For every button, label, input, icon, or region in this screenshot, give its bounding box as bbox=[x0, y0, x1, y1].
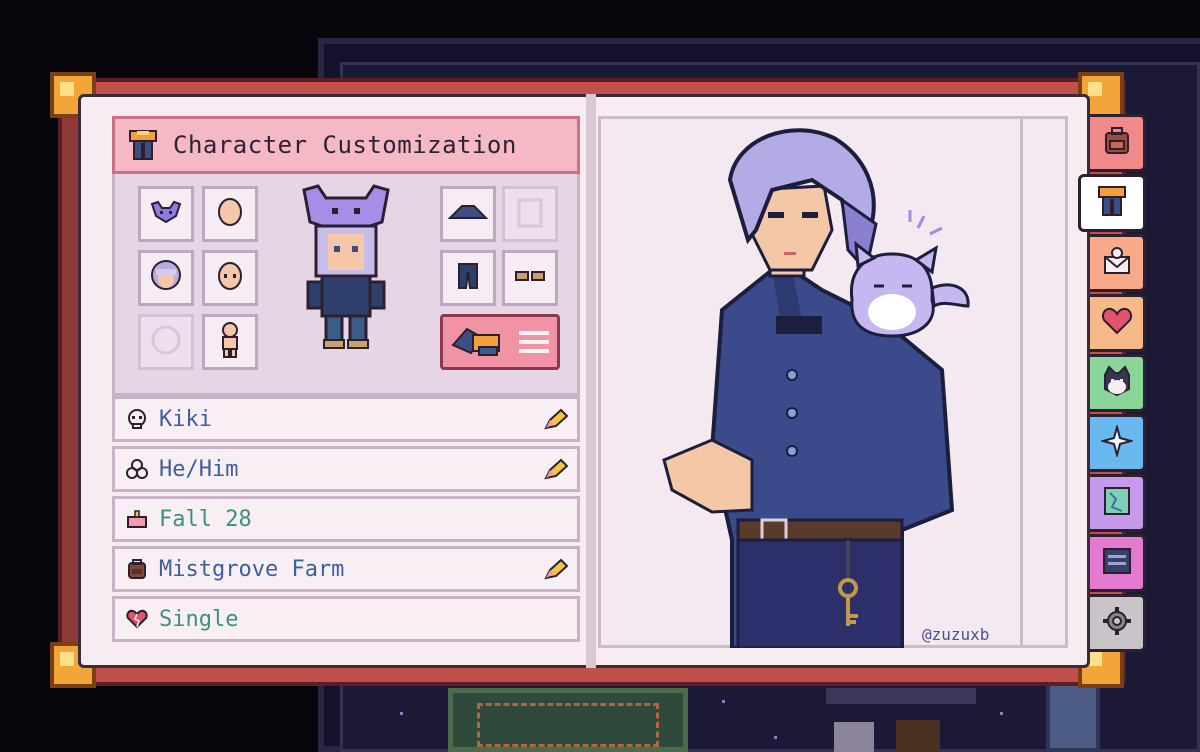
journal-icon bbox=[1101, 546, 1133, 580]
triple-circle-icon bbox=[125, 457, 149, 481]
artist-credit: @zuzuxb bbox=[922, 625, 990, 644]
slot-accessory[interactable] bbox=[138, 314, 194, 370]
heart-icon bbox=[1101, 306, 1133, 340]
character-customization-header: Character Customization bbox=[112, 116, 580, 174]
star-decoration bbox=[400, 712, 403, 715]
page-title: Character Customization bbox=[173, 131, 517, 159]
locked-shirt-icon bbox=[515, 196, 545, 232]
background-shelf bbox=[826, 688, 976, 704]
pants-icon bbox=[457, 262, 479, 294]
shoes-icon bbox=[515, 268, 545, 288]
menu-icon bbox=[519, 331, 549, 353]
relationship-row: Single bbox=[112, 596, 580, 642]
clothes-pile-icon bbox=[451, 323, 503, 361]
gear-icon bbox=[1101, 605, 1133, 641]
tab-pets[interactable] bbox=[1090, 354, 1146, 412]
relationship-status: Single bbox=[159, 606, 239, 632]
tab-relationships[interactable] bbox=[1090, 294, 1146, 352]
pencil-icon[interactable] bbox=[543, 408, 569, 432]
slot-hair[interactable] bbox=[138, 250, 194, 306]
star-decoration bbox=[1000, 712, 1003, 715]
slot-hat[interactable] bbox=[138, 186, 194, 242]
book-spine bbox=[586, 94, 596, 668]
empty-accessory-icon bbox=[150, 324, 182, 360]
character-name: Kiki bbox=[159, 406, 212, 432]
tab-journal[interactable] bbox=[1090, 534, 1146, 592]
character-portrait bbox=[652, 120, 982, 648]
star-decoration bbox=[722, 700, 725, 703]
character-preview-sprite bbox=[296, 182, 396, 354]
tab-settings[interactable] bbox=[1090, 594, 1146, 652]
shirt-icon bbox=[123, 125, 163, 165]
birthday-value: Fall 28 bbox=[159, 506, 252, 532]
star-decoration bbox=[774, 736, 777, 739]
shirt-icon bbox=[1097, 185, 1127, 221]
tab-character[interactable] bbox=[1078, 174, 1146, 232]
background-rug bbox=[448, 688, 688, 752]
backpack-icon bbox=[125, 557, 149, 581]
slot-shoes[interactable] bbox=[502, 250, 558, 306]
background-book bbox=[834, 722, 874, 752]
cat-hat-icon bbox=[150, 200, 182, 228]
farm-row: Mistgrove Farm bbox=[112, 546, 580, 592]
name-row: Kiki bbox=[112, 396, 580, 442]
pronouns-row: He/Him bbox=[112, 446, 580, 492]
sparkle-icon bbox=[1098, 423, 1135, 461]
wardrobe-button[interactable] bbox=[440, 314, 560, 370]
pencil-icon[interactable] bbox=[543, 558, 569, 582]
hat-brim-icon bbox=[447, 202, 489, 226]
backpack-icon bbox=[1101, 125, 1133, 161]
tab-map[interactable] bbox=[1090, 474, 1146, 532]
skull-icon bbox=[125, 407, 149, 431]
background-window bbox=[1046, 680, 1100, 752]
face-icon bbox=[216, 261, 244, 295]
slot-top[interactable] bbox=[502, 186, 558, 242]
slot-headwear[interactable] bbox=[440, 186, 496, 242]
tab-skills[interactable] bbox=[1090, 414, 1146, 472]
portrait-divider bbox=[1020, 119, 1023, 645]
slot-head[interactable] bbox=[202, 186, 258, 242]
hair-icon bbox=[149, 259, 183, 297]
background-chair bbox=[896, 720, 940, 752]
farm-name: Mistgrove Farm bbox=[159, 556, 345, 582]
map-icon bbox=[1102, 485, 1132, 521]
slot-face[interactable] bbox=[202, 250, 258, 306]
book-binding bbox=[58, 78, 80, 686]
body-icon bbox=[216, 321, 244, 363]
mail-icon bbox=[1101, 245, 1133, 281]
pronouns-value: He/Him bbox=[159, 456, 239, 482]
slot-bottom[interactable] bbox=[440, 250, 496, 306]
broken-heart-icon bbox=[125, 607, 149, 631]
tab-mail[interactable] bbox=[1090, 234, 1146, 292]
cake-icon bbox=[125, 507, 149, 531]
cat-face-icon bbox=[1101, 365, 1133, 401]
tab-inventory[interactable] bbox=[1090, 114, 1146, 172]
bald-head-icon bbox=[216, 197, 244, 231]
slot-body[interactable] bbox=[202, 314, 258, 370]
birthday-row: Fall 28 bbox=[112, 496, 580, 542]
pencil-icon[interactable] bbox=[543, 458, 569, 482]
